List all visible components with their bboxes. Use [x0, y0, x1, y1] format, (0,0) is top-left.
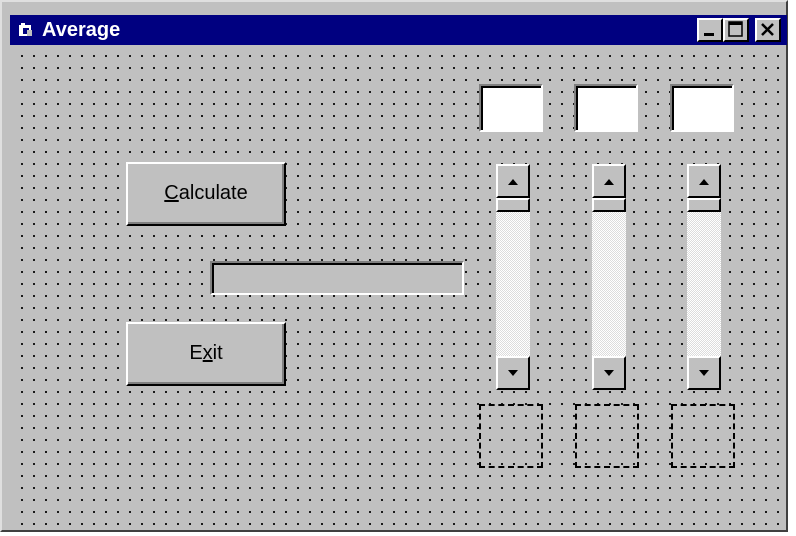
arrow-down-icon	[699, 370, 709, 376]
result-label	[210, 261, 464, 295]
scroll-down-button[interactable]	[496, 356, 530, 390]
calculate-button[interactable]: Calculate	[126, 162, 286, 226]
maximize-button[interactable]	[723, 18, 749, 42]
scroll-up-button[interactable]	[687, 164, 721, 198]
shape-placeholder-1[interactable]	[479, 404, 543, 468]
scroll-thumb[interactable]	[592, 198, 626, 212]
vertical-scrollbar-2[interactable]	[592, 164, 626, 390]
maximize-icon	[728, 21, 743, 37]
arrow-down-icon	[604, 370, 614, 376]
textbox-3[interactable]	[670, 84, 734, 132]
arrow-up-icon	[604, 179, 614, 185]
shape-placeholder-3[interactable]	[671, 404, 735, 468]
vertical-scrollbar-1[interactable]	[496, 164, 530, 390]
arrow-up-icon	[508, 179, 518, 185]
scroll-up-button[interactable]	[592, 164, 626, 198]
scroll-down-button[interactable]	[687, 356, 721, 390]
calculate-button-label: Calculate	[164, 182, 248, 204]
exit-button[interactable]: Exit	[126, 322, 286, 386]
scroll-down-button[interactable]	[592, 356, 626, 390]
form-icon[interactable]	[18, 22, 34, 38]
textbox-2[interactable]	[574, 84, 638, 132]
textbox-1[interactable]	[479, 84, 543, 132]
form-design-surface: Calculate Exit	[12, 46, 786, 530]
shape-placeholder-2[interactable]	[575, 404, 639, 468]
form-window: Average Calculate Exit	[0, 0, 788, 532]
arrow-up-icon	[699, 179, 709, 185]
vertical-scrollbar-3[interactable]	[687, 164, 721, 390]
close-icon	[761, 23, 774, 36]
close-button[interactable]	[755, 18, 781, 42]
minimize-button[interactable]	[697, 18, 723, 42]
exit-button-label: Exit	[189, 342, 223, 364]
title-bar[interactable]: Average	[10, 15, 787, 45]
window-title: Average	[42, 19, 121, 41]
scroll-thumb[interactable]	[496, 198, 530, 212]
arrow-down-icon	[508, 370, 518, 376]
scroll-thumb[interactable]	[687, 198, 721, 212]
scroll-up-button[interactable]	[496, 164, 530, 198]
minimize-icon	[704, 33, 714, 36]
